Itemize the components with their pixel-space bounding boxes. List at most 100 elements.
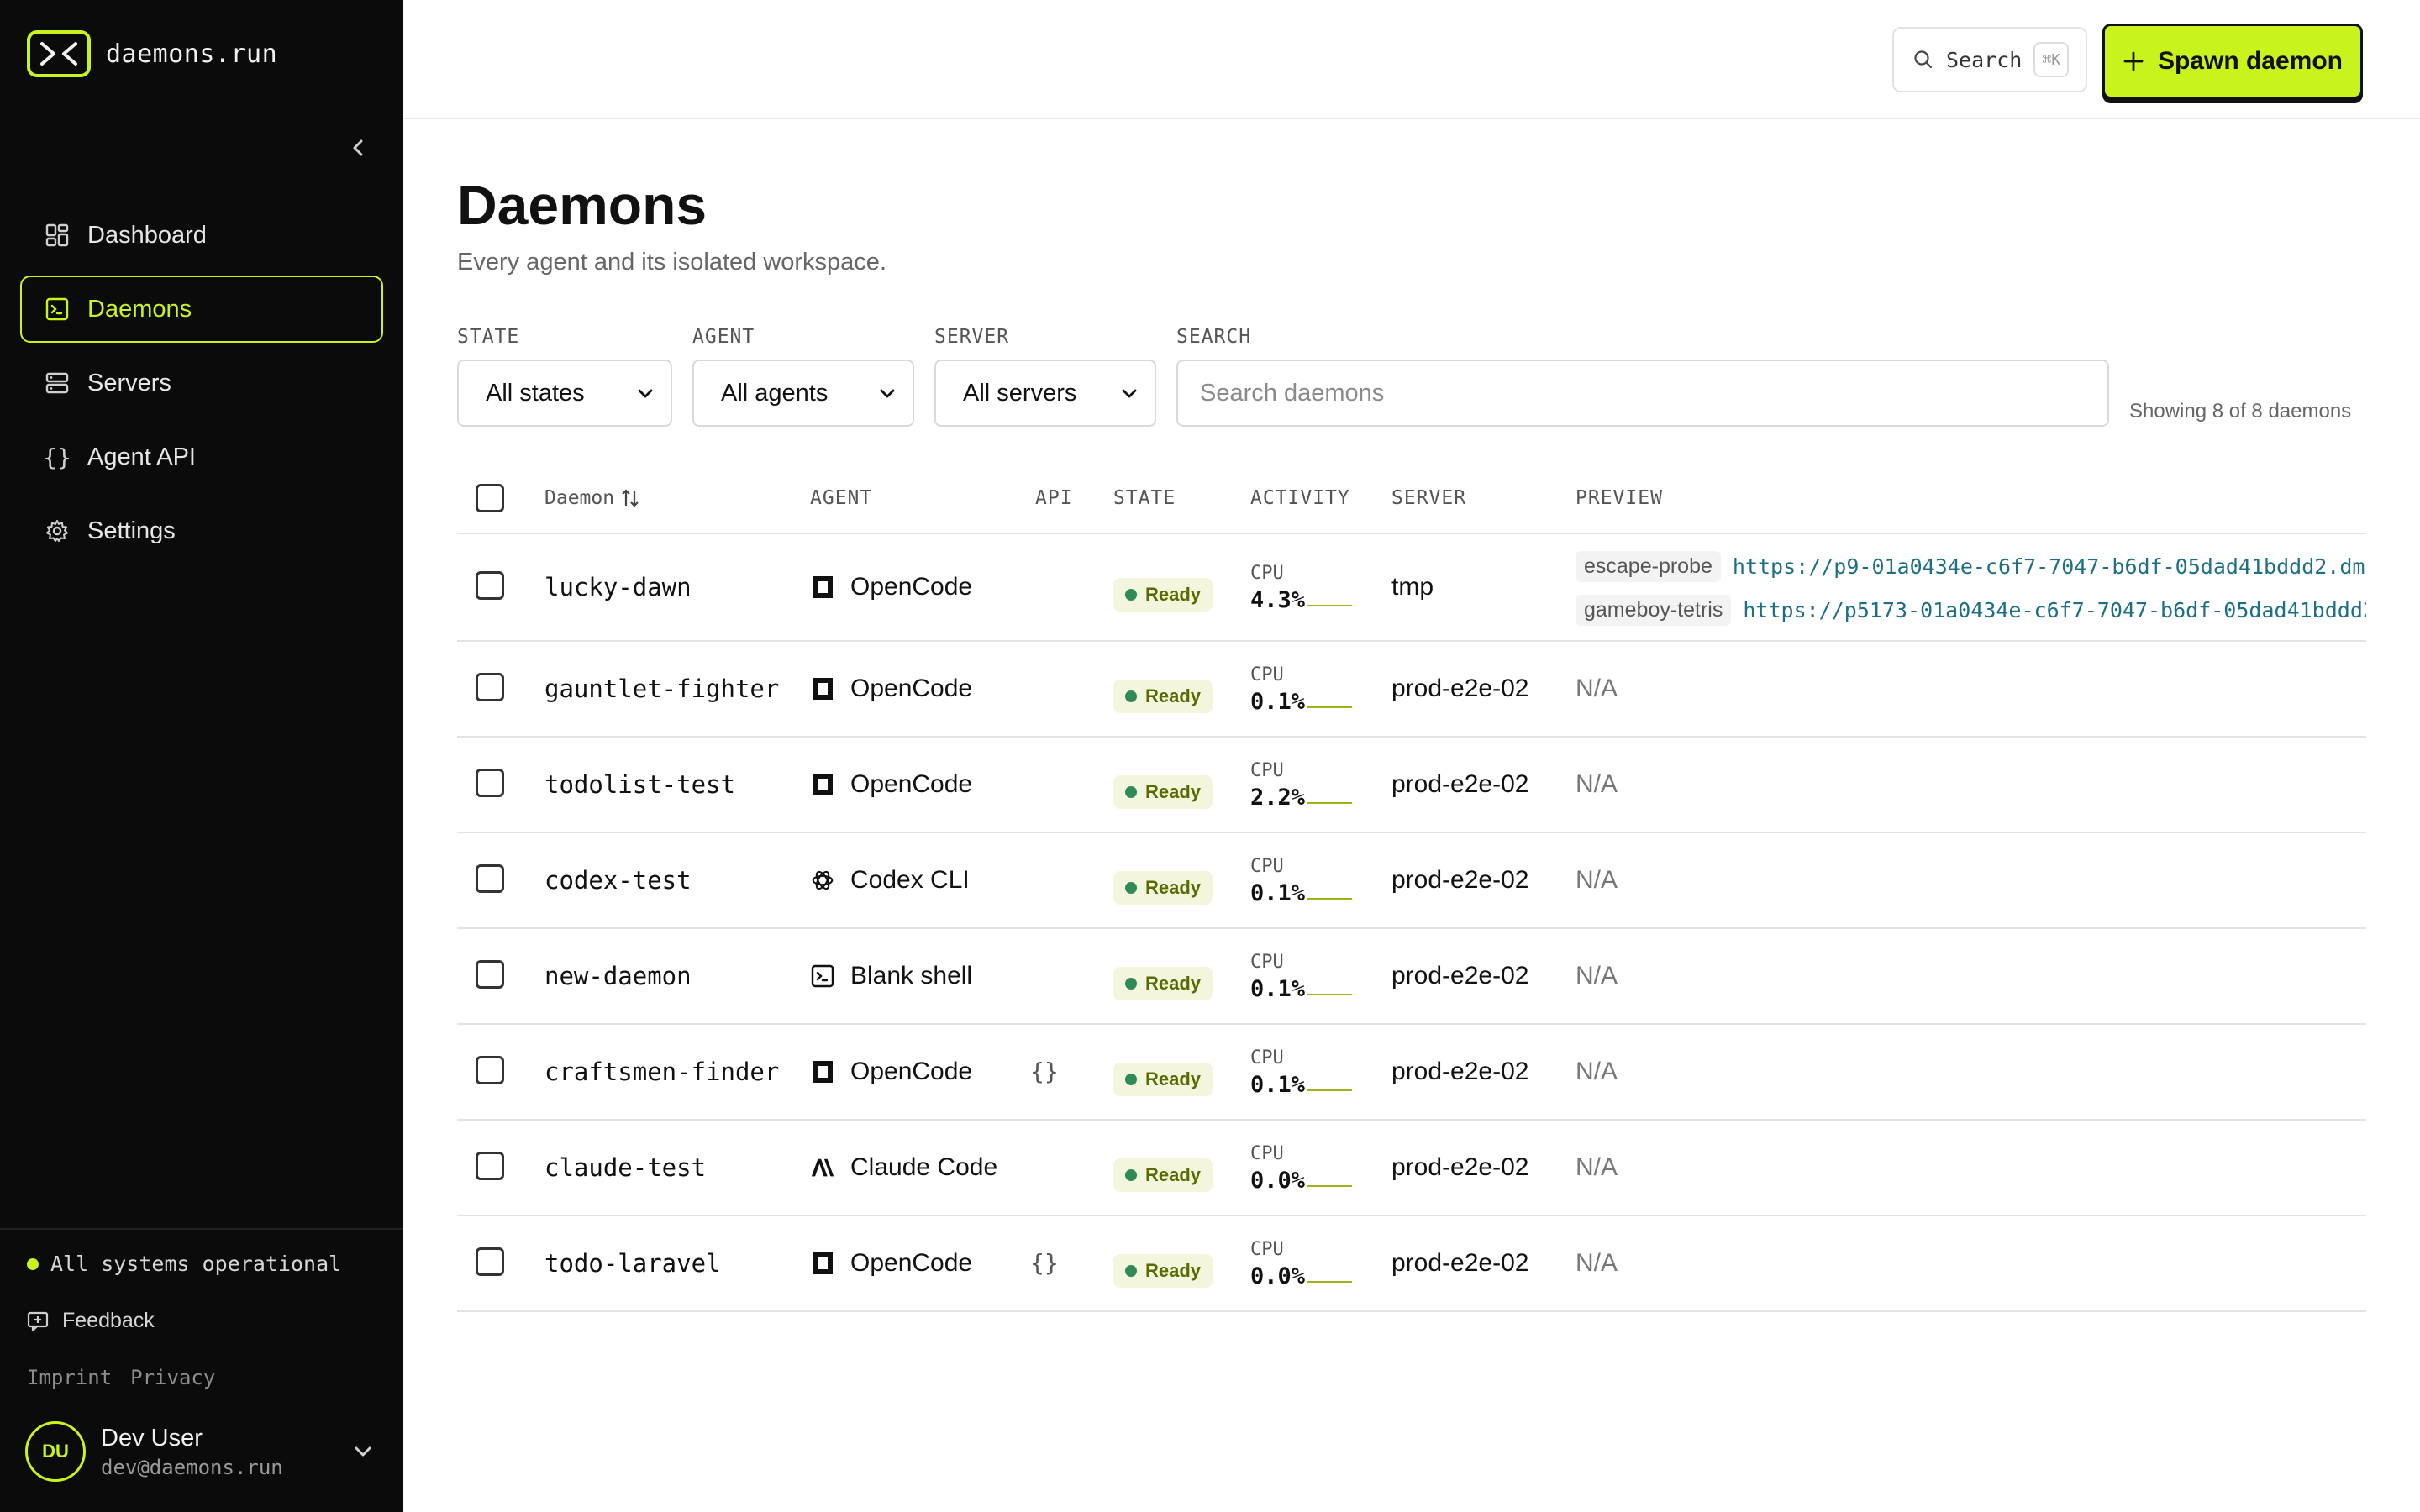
terminal-icon: [810, 963, 835, 989]
sidebar-item-label: Agent API: [87, 443, 196, 470]
chevron-down-icon: [355, 1446, 371, 1457]
page-title: Daemons: [457, 174, 708, 236]
daemon-name-link[interactable]: gauntlet-fighter: [544, 675, 779, 703]
table-row[interactable]: new-daemon Blank shell Ready CPU 0.1% prod-e2…: [457, 929, 2366, 1025]
daemon-name-link[interactable]: codex-test: [544, 866, 692, 895]
search-daemons-input[interactable]: [1176, 360, 2109, 427]
terminal-icon: [44, 296, 71, 323]
daemons-table: Daemon AGENT API STATE ACTIVITY SERVER P…: [457, 470, 2366, 1329]
sidebar-item-servers[interactable]: Servers: [20, 349, 383, 417]
cpu-label: CPU: [1250, 1143, 1284, 1164]
preview-item: gameboy-tetris https://p5173-01a0434e-c6f…: [1576, 595, 2366, 626]
daemon-name-link[interactable]: claude-test: [544, 1153, 706, 1182]
preview-na: N/A: [1576, 962, 1618, 990]
legal-links: Imprint Privacy: [27, 1366, 215, 1389]
sidebar-item-agent-api[interactable]: {} Agent API: [20, 423, 383, 491]
state-header: STATE: [1113, 487, 1176, 509]
activity-cell: CPU 0.0%: [1250, 1239, 1353, 1289]
select-all-checkbox[interactable]: [476, 484, 504, 512]
table-row[interactable]: lucky-dawn OpenCode Ready CPU 4.3% tmp escape-…: [457, 534, 2366, 642]
search-icon: [1914, 50, 1933, 69]
table-row[interactable]: craftsmen-finder OpenCode {} Ready CPU 0.1% pr…: [457, 1025, 2366, 1121]
row-checkbox[interactable]: [476, 864, 504, 893]
agent-filter-value: All agents: [721, 379, 829, 407]
api-braces-icon[interactable]: {}: [1030, 1249, 1059, 1277]
ready-dot-icon: [1125, 589, 1137, 601]
cpu-sparkline: [1307, 994, 1353, 995]
cpu-label: CPU: [1250, 856, 1284, 877]
preview-url-link[interactable]: https://p5173-01a0434e-c6f7-7047-b6df-05…: [1743, 598, 2366, 622]
row-checkbox[interactable]: [476, 1247, 504, 1276]
status-badge: Ready: [1113, 967, 1213, 1000]
ready-dot-icon: [1125, 978, 1137, 990]
brand[interactable]: daemons.run: [27, 30, 277, 77]
daemon-name-link[interactable]: todo-laravel: [544, 1249, 721, 1278]
api-header: API: [1035, 487, 1073, 509]
sidebar-item-label: Settings: [87, 517, 176, 544]
preview-na: N/A: [1576, 1058, 1618, 1085]
daemon-header-label: Daemon: [544, 487, 615, 509]
preview-url-link[interactable]: https://p9-01a0434e-c6f7-7047-b6df-05dad…: [1733, 554, 2366, 579]
state-filter-select[interactable]: All states: [457, 360, 672, 427]
sidebar-item-daemons[interactable]: Daemons: [20, 276, 383, 343]
spawn-daemon-button[interactable]: Spawn daemon: [2102, 24, 2363, 99]
sidebar-item-dashboard[interactable]: Dashboard: [20, 202, 383, 269]
sidebar-item-settings[interactable]: Settings: [20, 497, 383, 564]
cpu-sparkline: [1307, 1089, 1353, 1091]
system-status-text: All systems operational: [50, 1252, 342, 1276]
cpu-value: 0.1%: [1250, 689, 1306, 715]
row-checkbox[interactable]: [476, 673, 504, 701]
opencode-icon: [810, 676, 835, 701]
row-checkbox[interactable]: [476, 1152, 504, 1180]
server-filter-select[interactable]: All servers: [934, 360, 1156, 427]
agent-cell: OpenCode: [810, 573, 972, 601]
user-menu[interactable]: DU Dev User dev@daemons.run: [25, 1421, 378, 1482]
activity-cell: CPU 0.0%: [1250, 1143, 1353, 1194]
agent-filter-select[interactable]: All agents: [692, 360, 914, 427]
cpu-value: 0.1%: [1250, 1072, 1306, 1098]
opencode-icon: [810, 772, 835, 797]
table-row[interactable]: todolist-test OpenCode Ready CPU 2.2% prod-e2…: [457, 738, 2366, 833]
sort-daemon-header[interactable]: Daemon: [544, 487, 641, 509]
collapse-sidebar-button[interactable]: [343, 133, 373, 163]
daemon-name-link[interactable]: craftsmen-finder: [544, 1058, 779, 1086]
table-row[interactable]: todo-laravel OpenCode {} Ready CPU 0.0% prod-e…: [457, 1216, 2366, 1312]
row-checkbox[interactable]: [476, 571, 504, 600]
status-badge-label: Ready: [1145, 1164, 1202, 1185]
feedback-link[interactable]: Feedback: [27, 1309, 155, 1333]
row-checkbox[interactable]: [476, 960, 504, 989]
user-name: Dev User: [101, 1424, 203, 1452]
ready-dot-icon: [1125, 1074, 1137, 1085]
row-checkbox[interactable]: [476, 769, 504, 797]
preview-item: escape-probe https://p9-01a0434e-c6f7-704…: [1576, 551, 2366, 582]
table-row[interactable]: claude-test Claude Code Ready CPU 0.0% prod-e…: [457, 1121, 2366, 1216]
table-row[interactable]: gauntlet-fighter OpenCode Ready CPU 0.1% prod…: [457, 642, 2366, 738]
global-search-button[interactable]: Search ⌘K: [1892, 27, 2087, 92]
page-subtitle: Every agent and its isolated workspace.: [457, 249, 886, 276]
ready-dot-icon: [1125, 882, 1137, 894]
activity-cell: CPU 0.1%: [1250, 952, 1353, 1002]
cpu-value: 0.0%: [1250, 1168, 1306, 1194]
api-braces-icon[interactable]: {}: [1030, 1058, 1059, 1085]
cpu-value: 4.3%: [1250, 587, 1306, 613]
table-row[interactable]: codex-test Codex CLI Ready CPU 0.1% prod-e2e-…: [457, 833, 2366, 929]
sidebar: daemons.run Dashboard Daemons Servers {}…: [0, 0, 403, 1512]
cpu-label: CPU: [1250, 1047, 1284, 1068]
agent-name: OpenCode: [850, 573, 973, 601]
agent-name: Blank shell: [850, 962, 973, 990]
daemon-name-link[interactable]: new-daemon: [544, 962, 692, 990]
server-name: prod-e2e-02: [1392, 1058, 1529, 1085]
status-badge: Ready: [1113, 1158, 1213, 1192]
privacy-link[interactable]: Privacy: [130, 1366, 215, 1389]
imprint-link[interactable]: Imprint: [27, 1366, 112, 1389]
system-status: All systems operational: [27, 1252, 341, 1276]
cpu-value: 0.1%: [1250, 976, 1306, 1002]
sort-icon: [622, 489, 639, 507]
user-menu-toggle[interactable]: [348, 1436, 378, 1467]
daemon-name-link[interactable]: todolist-test: [544, 770, 735, 799]
row-checkbox[interactable]: [476, 1056, 504, 1084]
opencode-icon: [810, 575, 835, 600]
daemon-name-link[interactable]: lucky-dawn: [544, 573, 692, 601]
preview-na: N/A: [1576, 1153, 1618, 1181]
status-badge-label: Ready: [1145, 973, 1202, 994]
